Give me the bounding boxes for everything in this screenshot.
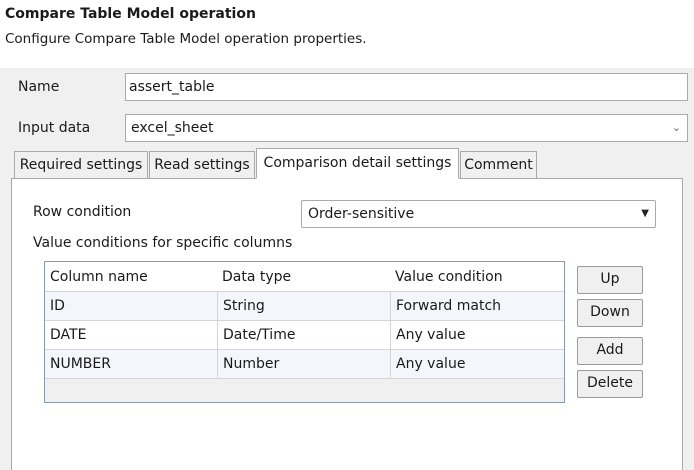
table-row[interactable]: DATE Date/Time Any value: [45, 321, 564, 350]
up-button[interactable]: Up: [577, 266, 643, 294]
cell-column-name: ID: [50, 298, 65, 314]
row-condition-select[interactable]: Order-sensitive ▼: [301, 200, 656, 228]
cell-value-condition: Any value: [390, 350, 564, 378]
tab-label: Comment: [464, 157, 533, 173]
column-header-condition[interactable]: Value condition: [390, 262, 564, 291]
page-title: Compare Table Model operation: [5, 6, 256, 22]
column-header-name[interactable]: Column name: [45, 262, 217, 291]
tab-read-settings[interactable]: Read settings: [149, 151, 255, 179]
cell-value-condition: Any value: [390, 321, 564, 349]
table-row[interactable]: NUMBER Number Any value: [45, 350, 564, 379]
input-data-combo[interactable]: excel_sheet ⌄: [125, 114, 688, 142]
column-header-type[interactable]: Data type: [217, 262, 390, 291]
name-input[interactable]: assert_table: [125, 73, 688, 101]
name-label: Name: [18, 79, 60, 95]
input-data-value: excel_sheet: [131, 120, 214, 136]
delete-button[interactable]: Delete: [577, 370, 643, 398]
row-condition-label: Row condition: [33, 204, 132, 220]
value-conditions-label: Value conditions for specific columns: [33, 235, 293, 251]
cell-data-type: String: [217, 292, 390, 320]
tab-label: Comparison detail settings: [263, 155, 452, 171]
table-row[interactable]: ID String Forward match: [45, 292, 564, 321]
value-conditions-table: Column name Data type Value condition ID…: [44, 261, 565, 403]
table-header: Column name Data type Value condition: [45, 262, 564, 292]
tab-comment[interactable]: Comment: [460, 151, 537, 179]
cell-data-type: Date/Time: [217, 321, 390, 349]
page-subtitle: Configure Compare Table Model operation …: [5, 31, 367, 47]
row-condition-value: Order-sensitive: [308, 206, 415, 222]
tab-label: Required settings: [19, 157, 143, 173]
tab-label: Read settings: [154, 157, 250, 173]
cell-column-name: DATE: [50, 327, 87, 343]
cell-data-type: Number: [217, 350, 390, 378]
page-header: Compare Table Model operation Configure …: [0, 0, 694, 68]
cell-value-condition: Forward match: [390, 292, 564, 320]
caret-down-icon: ▼: [641, 208, 649, 219]
down-button[interactable]: Down: [577, 299, 643, 327]
tab-comparison-detail-settings[interactable]: Comparison detail settings: [256, 148, 459, 179]
add-button[interactable]: Add: [577, 337, 643, 365]
cell-column-name: NUMBER: [50, 356, 111, 372]
input-data-label: Input data: [18, 120, 91, 136]
tab-required-settings[interactable]: Required settings: [14, 151, 148, 179]
chevron-down-icon: ⌄: [671, 121, 681, 134]
